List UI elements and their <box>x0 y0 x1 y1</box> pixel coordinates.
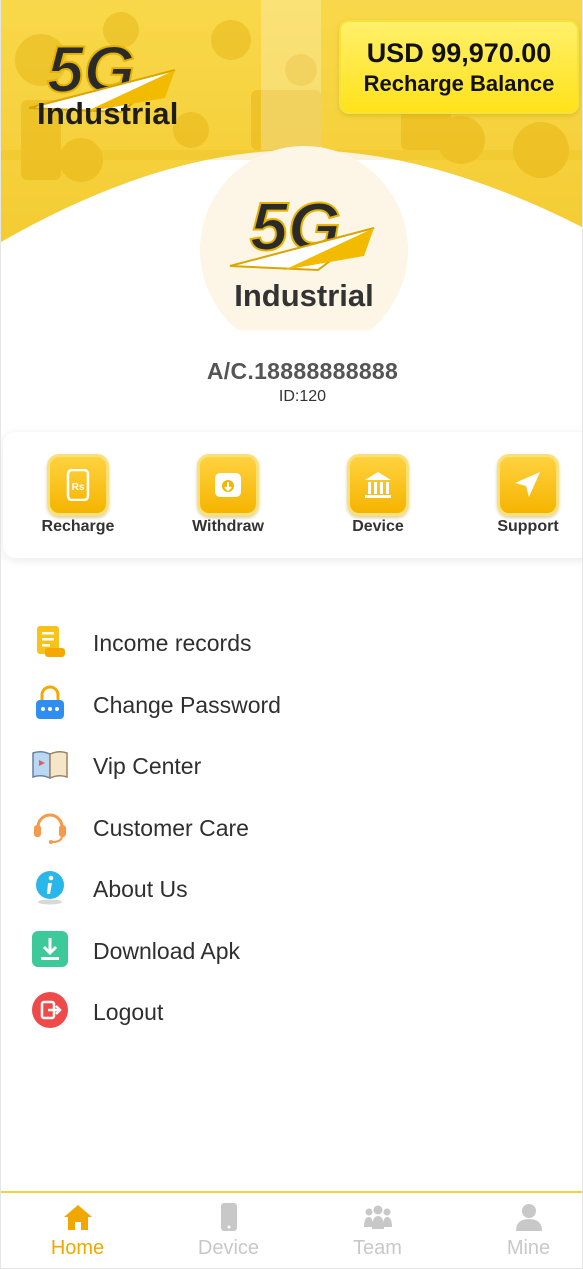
user-id: ID:120 <box>278 388 327 405</box>
menu-item-logout[interactable]: Logout <box>1 985 582 1035</box>
device-button[interactable]: Device <box>323 454 433 536</box>
receipt-scroll-icon <box>37 626 65 657</box>
quick-actions-bar: Rs Recharge Withdraw Device Support <box>3 432 582 558</box>
menu-item-vip-center[interactable]: Vip Center <box>1 739 582 789</box>
recharge-label: Recharge <box>41 518 115 535</box>
bottom-nav: Home Device Team Mine <box>1 1191 582 1268</box>
balance-card[interactable]: USD 99,970.00 Recharge Balance <box>339 20 579 114</box>
svg-text:Rs: Rs <box>72 482 85 493</box>
nav-label-home: Home <box>50 1237 105 1259</box>
balance-label: Recharge Balance <box>363 71 555 96</box>
menu-item-customer-care[interactable]: Customer Care <box>1 801 582 851</box>
recharge-button[interactable]: Rs Recharge <box>23 454 133 536</box>
menu-label: Change Password <box>93 692 281 718</box>
menu-label: Vip Center <box>93 753 202 779</box>
menu-item-about-us[interactable]: About Us <box>1 862 582 912</box>
support-button[interactable]: Support <box>473 454 582 536</box>
padlock-password-icon <box>36 685 64 719</box>
menu-item-download-apk[interactable]: Download Apk <box>1 924 582 974</box>
nav-label-team: Team <box>353 1237 402 1259</box>
menu-label: Customer Care <box>93 815 249 841</box>
phone-icon <box>220 1203 237 1231</box>
avatar-brand-name: Industrial <box>234 278 374 313</box>
menu-label: Download Apk <box>93 938 241 964</box>
team-icon <box>363 1205 392 1229</box>
open-book-icon <box>32 750 68 780</box>
menu-label: Logout <box>93 999 164 1025</box>
rupee-phone-icon: Rs <box>47 454 109 516</box>
headset-icon <box>34 813 66 844</box>
account-number: A/C.18888888888 <box>206 358 399 384</box>
nav-device[interactable]: Device <box>156 1203 301 1260</box>
app-frame: 5G Industrial USD 99,970.00 Recharge Bal… <box>0 0 583 1269</box>
person-icon <box>515 1204 542 1231</box>
bank-building-icon <box>347 454 409 516</box>
balance-amount: USD 99,970.00 <box>366 38 552 68</box>
menu-label: About Us <box>93 876 188 902</box>
profile-header: 5G Industrial USD 99,970.00 Recharge Bal… <box>1 0 582 330</box>
withdraw-button[interactable]: Withdraw <box>173 454 283 536</box>
device-label: Device <box>352 518 404 535</box>
home-icon <box>63 1205 92 1230</box>
withdraw-label: Withdraw <box>192 518 264 535</box>
brand-title: Industrial <box>37 96 179 131</box>
nav-home[interactable]: Home <box>5 1203 150 1260</box>
menu-item-change-password[interactable]: Change Password <box>1 678 582 728</box>
menu-item-income-records[interactable]: Income records <box>1 616 582 666</box>
nav-mine[interactable]: Mine <box>456 1203 582 1260</box>
paper-plane-icon <box>497 454 559 516</box>
support-label: Support <box>497 518 559 535</box>
menu-label: Income records <box>93 630 252 656</box>
wallet-icon <box>197 454 259 516</box>
info-icon <box>36 871 64 905</box>
nav-label-mine: Mine <box>506 1237 551 1259</box>
nav-label-device: Device <box>197 1237 260 1259</box>
download-icon <box>32 931 68 967</box>
nav-team[interactable]: Team <box>305 1203 450 1260</box>
logout-icon <box>32 992 68 1028</box>
